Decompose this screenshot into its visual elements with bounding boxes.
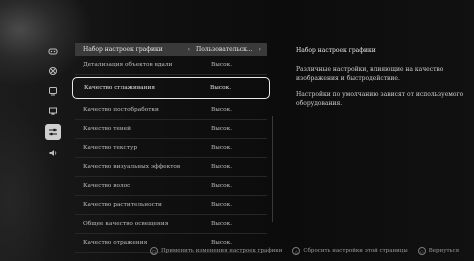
apply-action[interactable]: □ Применить изменения настроек графики: [150, 247, 282, 255]
gamepad-icon: [48, 48, 58, 55]
display-icon: [49, 87, 57, 96]
button-prompt-icon: □: [150, 247, 158, 255]
setting-row-visual-effects[interactable]: Качество визуальных эффектов Высок.: [75, 158, 267, 177]
nav-graphics[interactable]: [45, 124, 61, 140]
setting-value: Высок.: [211, 107, 233, 113]
reset-action[interactable]: △ Сбросить настройки этой страницы: [292, 247, 408, 255]
setting-row-lod-distance[interactable]: Детализация объектов вдали Высок.: [75, 56, 267, 75]
target-icon: [49, 67, 57, 75]
setting-value: Высок.: [211, 221, 233, 227]
setting-label: Качество сглаживания: [84, 85, 155, 91]
setting-value: Высок.: [211, 183, 233, 189]
nav-controls[interactable]: [46, 44, 60, 58]
setting-row-postprocessing[interactable]: Качество постобработки Высок.: [75, 101, 267, 120]
nav-screen[interactable]: [46, 104, 60, 118]
setting-value: Высок.: [210, 85, 232, 91]
setting-value: Высок.: [211, 126, 233, 132]
chevron-right-icon[interactable]: ›: [259, 46, 261, 53]
setting-row-shadows[interactable]: Качество теней Высок.: [75, 120, 267, 139]
sliders-icon: [49, 128, 57, 136]
preset-value: Пользовательск...: [196, 46, 253, 53]
reset-label: Сбросить настройки этой страницы: [303, 248, 408, 254]
settings-category-nav: [44, 44, 62, 166]
nav-display[interactable]: [46, 84, 60, 98]
setting-row-lighting[interactable]: Общее качество освещения Высок.: [75, 215, 267, 234]
setting-label: Качество постобработки: [83, 107, 159, 113]
chevron-left-icon[interactable]: ‹: [188, 46, 190, 53]
setting-label: Качество отражения: [83, 240, 148, 246]
setting-value: Высок.: [211, 202, 233, 208]
preset-selector[interactable]: ‹ Пользовательск... ›: [188, 46, 261, 53]
setting-label: Качество теней: [83, 126, 132, 132]
button-prompt-icon: ○: [417, 247, 426, 255]
setting-label: Детализация объектов вдали: [83, 62, 173, 68]
setting-row-hair[interactable]: Качество волос Высок.: [75, 177, 267, 196]
setting-label: Качество текстур: [83, 145, 138, 151]
setting-value: Высок.: [211, 164, 233, 170]
description-title: Набор настроек графики: [296, 47, 376, 54]
preset-label: Набор настроек графики: [83, 46, 163, 53]
list-scrollbar[interactable]: [272, 116, 273, 222]
speaker-icon: [49, 150, 57, 156]
nav-audio[interactable]: [46, 146, 60, 160]
description-panel: Набор настроек графики Различные настрой…: [296, 46, 466, 115]
description-paragraph-1: Различные настройки, влияющие на качеств…: [296, 66, 444, 82]
button-prompt-icon: △: [292, 247, 301, 255]
apply-label: Применить изменения настроек графики: [161, 248, 283, 254]
setting-row-textures[interactable]: Качество текстур Высок.: [75, 139, 267, 158]
footer-hints: □ Применить изменения настроек графики △…: [150, 247, 470, 255]
setting-label: Качество растительности: [83, 202, 162, 208]
nav-gameplay[interactable]: [46, 64, 60, 78]
setting-row-vegetation[interactable]: Качество растительности Высок.: [75, 196, 267, 215]
setting-row-antialiasing[interactable]: Качество сглаживания Высок.: [72, 77, 270, 99]
setting-label: Качество визуальных эффектов: [83, 164, 181, 170]
description-paragraph-2: Настройки по умолчанию зависят от исполь…: [296, 91, 464, 107]
setting-value: Высок.: [211, 62, 233, 68]
setting-value: Высок.: [211, 240, 233, 246]
back-label: Вернуться: [428, 248, 460, 254]
graphics-settings-list: Набор настроек графики ‹ Пользовательск.…: [72, 43, 270, 253]
monitor-icon: [49, 107, 57, 115]
setting-label: Качество волос: [83, 183, 131, 189]
back-action[interactable]: ○ Вернуться: [417, 247, 460, 255]
setting-label: Общее качество освещения: [83, 221, 169, 227]
setting-value: Высок.: [211, 145, 233, 151]
preset-row[interactable]: Набор настроек графики ‹ Пользовательск.…: [75, 43, 267, 56]
